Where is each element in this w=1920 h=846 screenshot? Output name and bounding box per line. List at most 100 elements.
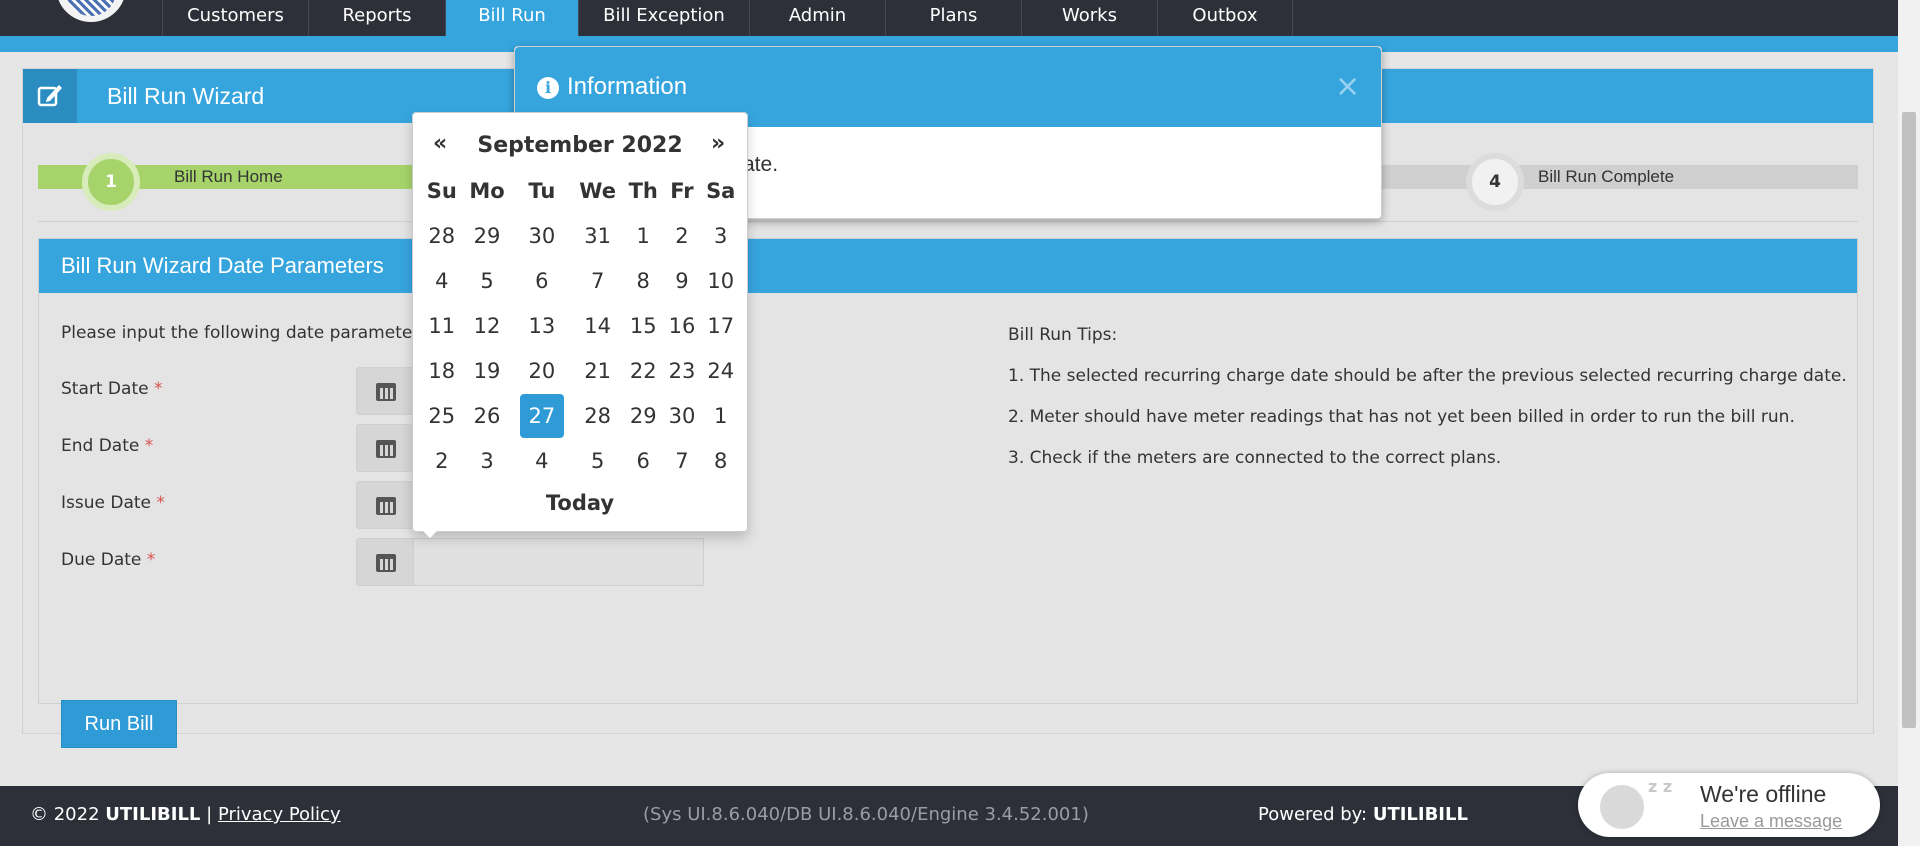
footer-copyright: © 2022 UTILIBILL | Privacy Policy — [30, 804, 341, 825]
step-4-label[interactable]: Bill Run Complete — [1538, 167, 1674, 187]
calendar-day[interactable]: 8 — [700, 438, 741, 483]
company-logo[interactable] — [56, 0, 126, 22]
calendar-day[interactable]: 1 — [700, 393, 741, 438]
calendar-icon[interactable] — [356, 367, 414, 415]
calendar-day[interactable]: 6 — [511, 258, 572, 303]
nav-item-bill-run[interactable]: Bill Run — [445, 0, 578, 36]
calendar-icon[interactable] — [356, 481, 414, 529]
modal-message: ate. — [743, 153, 779, 176]
calendar-day[interactable]: 29 — [623, 393, 663, 438]
calendar-day[interactable]: 6 — [623, 438, 663, 483]
weekday-header: We — [579, 179, 616, 203]
nav-item-outbox[interactable]: Outbox — [1157, 0, 1293, 36]
calendar-day[interactable]: 1 — [623, 213, 663, 258]
date-picker: September 2022 « » Su Mo Tu We Th Fr Sa 28 29 30… — [412, 112, 748, 532]
powered-by: Powered by: UTILIBILL — [1258, 804, 1468, 825]
calendar-day[interactable]: 29 — [463, 213, 512, 258]
calendar-day[interactable]: 19 — [463, 348, 512, 393]
calendar-day[interactable]: 2 — [421, 438, 463, 483]
calendar-day[interactable]: 10 — [700, 258, 741, 303]
calendar-day[interactable]: 15 — [623, 303, 663, 348]
calendar-icon[interactable] — [356, 538, 414, 586]
start-date-label: Start Date * — [61, 379, 163, 399]
calendar-day[interactable]: 9 — [663, 258, 700, 303]
weekday-header: Sa — [706, 179, 736, 203]
calendar-day[interactable]: 27 — [511, 393, 572, 438]
info-icon: i — [537, 77, 559, 99]
chat-widget[interactable]: z z We're offline Leave a message — [1578, 773, 1880, 837]
nav-item-reports[interactable]: Reports — [308, 0, 445, 36]
date-parameters-header: Bill Run Wizard Date Parameters — [39, 239, 1857, 293]
divider — [38, 221, 1858, 222]
prev-month-button[interactable]: « — [433, 131, 447, 156]
calendar-day[interactable]: 2 — [663, 213, 700, 258]
due-date-row: Due Date * — [61, 538, 741, 586]
weekday-header: Su — [426, 179, 457, 203]
step-1-label[interactable]: Bill Run Home — [174, 167, 283, 187]
edit-icon — [23, 69, 77, 123]
version-info: (Sys UI.8.6.040/DB UI.8.6.040/Engine 3.4… — [643, 804, 1089, 825]
calendar-day[interactable]: 31 — [572, 213, 623, 258]
chat-status: We're offline — [1700, 781, 1827, 807]
calendar-day[interactable]: 18 — [421, 348, 463, 393]
calendar-day[interactable]: 25 — [421, 393, 463, 438]
privacy-policy-link[interactable]: Privacy Policy — [218, 804, 341, 825]
weekday-header: Th — [628, 179, 658, 203]
due-date-label: Due Date * — [61, 550, 156, 570]
calendar-grid: Su Mo Tu We Th Fr Sa 28 29 30 31 1 2 3 4 5 6 7 8 9 10 11 12 13… — [421, 169, 741, 483]
wizard-title: Bill Run Wizard — [107, 83, 265, 109]
date-parameters-title: Bill Run Wizard Date Parameters — [61, 253, 384, 278]
leave-message-link[interactable]: Leave a message — [1700, 811, 1842, 832]
calendar-day[interactable]: 11 — [421, 303, 463, 348]
date-picker-pointer — [420, 528, 440, 538]
today-button[interactable]: Today — [413, 491, 747, 515]
step-1-number[interactable]: 1 — [82, 153, 140, 211]
calendar-day[interactable]: 20 — [511, 348, 572, 393]
calendar-day[interactable]: 14 — [572, 303, 623, 348]
calendar-day[interactable]: 28 — [421, 213, 463, 258]
calendar-day[interactable]: 4 — [511, 438, 572, 483]
nav-item-plans[interactable]: Plans — [885, 0, 1021, 36]
nav-item-works[interactable]: Works — [1021, 0, 1157, 36]
calendar-day[interactable]: 16 — [663, 303, 700, 348]
calendar-day[interactable]: 30 — [511, 213, 572, 258]
tip-item: 3. Check if the meters are connected to … — [1008, 448, 1502, 468]
end-date-label: End Date * — [61, 436, 154, 456]
calendar-day[interactable]: 13 — [511, 303, 572, 348]
calendar-day[interactable]: 5 — [463, 258, 512, 303]
calendar-day[interactable]: 21 — [572, 348, 623, 393]
scrollbar-thumb[interactable] — [1902, 112, 1916, 728]
calendar-day[interactable]: 4 — [421, 258, 463, 303]
top-navigation: Customers Reports Bill Run Bill Exceptio… — [0, 0, 1898, 36]
calendar-day[interactable]: 7 — [663, 438, 700, 483]
instruction-text: Please input the following date paramete… — [61, 323, 429, 343]
calendar-day[interactable]: 12 — [463, 303, 512, 348]
calendar-day[interactable]: 7 — [572, 258, 623, 303]
calendar-day[interactable]: 24 — [700, 348, 741, 393]
close-icon[interactable]: × — [1335, 69, 1360, 104]
nav-item-customers[interactable]: Customers — [162, 0, 308, 36]
calendar-day[interactable]: 5 — [572, 438, 623, 483]
calendar-day[interactable]: 3 — [700, 213, 741, 258]
calendar-day[interactable]: 30 — [663, 393, 700, 438]
calendar-day[interactable]: 8 — [623, 258, 663, 303]
calendar-day[interactable]: 17 — [700, 303, 741, 348]
weekday-header: Tu — [528, 179, 556, 203]
next-month-button[interactable]: » — [711, 131, 725, 156]
calendar-day[interactable]: 28 — [572, 393, 623, 438]
due-date-input[interactable] — [414, 538, 704, 586]
month-year-switch[interactable]: September 2022 — [413, 133, 747, 158]
tip-item: 1. The selected recurring charge date sh… — [1008, 366, 1847, 386]
step-4-number[interactable]: 4 — [1466, 153, 1524, 211]
run-bill-button[interactable]: Run Bill — [61, 700, 177, 748]
calendar-icon[interactable] — [356, 424, 414, 472]
calendar-day[interactable]: 22 — [623, 348, 663, 393]
calendar-day[interactable]: 26 — [463, 393, 512, 438]
bill-run-tips: Bill Run Tips: 1. The selected recurring… — [1008, 323, 1858, 487]
calendar-day[interactable]: 3 — [463, 438, 512, 483]
page-scrollbar[interactable] — [1898, 0, 1920, 846]
date-parameters-panel: Bill Run Wizard Date Parameters Please i… — [38, 238, 1858, 748]
nav-item-admin[interactable]: Admin — [749, 0, 885, 36]
nav-item-bill-exception[interactable]: Bill Exception — [578, 0, 749, 36]
calendar-day[interactable]: 23 — [663, 348, 700, 393]
